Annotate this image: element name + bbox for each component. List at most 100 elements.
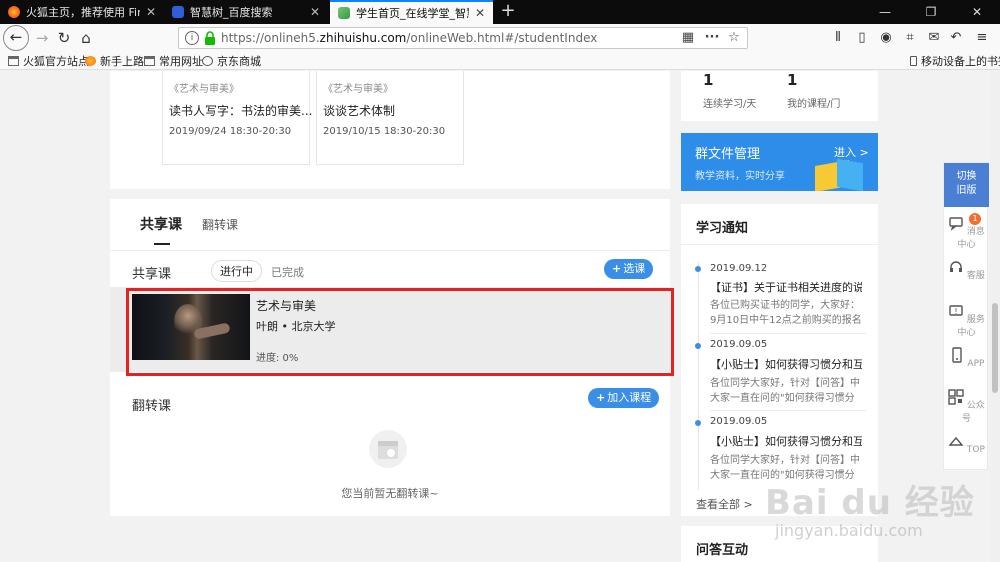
notice-body: 各位同学大家好，针对【问答】中大家一直在问的"如何获得习惯分及互动分"	[710, 378, 860, 404]
reload-icon[interactable]: ↻	[52, 26, 76, 50]
message-icon	[949, 217, 963, 231]
watermark-url: jingyan.baidu.com	[775, 521, 923, 540]
menu-icon[interactable]: ≡	[972, 28, 992, 48]
bookmark-label: 新手上路	[100, 55, 144, 68]
close-tab-icon[interactable]: ✕	[475, 6, 485, 20]
url-bar[interactable]: i https://onlineh5.zhihuishu.com/onlineW…	[178, 27, 748, 49]
bookmark-getting-started[interactable]: 新手上路	[85, 54, 144, 68]
minimize-icon[interactable]: —	[862, 0, 908, 24]
maximize-icon[interactable]: ❐	[908, 0, 954, 24]
firefox-icon	[85, 56, 96, 66]
scrollbar-thumb[interactable]	[992, 303, 998, 393]
bookmark-firefox-official[interactable]: 火狐官方站点	[8, 54, 89, 68]
bookmark-label: 火狐官方站点	[23, 55, 89, 68]
tab-title: 学生首页_在线学堂_智慧树	[356, 7, 469, 20]
study-stats-panel: 1 连续学习/天 1 我的课程/门	[681, 71, 878, 121]
folder-illustration	[837, 158, 863, 191]
bookmark-star-icon[interactable]: ☆	[725, 29, 743, 47]
back-to-top-button[interactable]: TOP	[944, 433, 989, 455]
tab-flipped-courses[interactable]: 翻转课	[202, 216, 238, 233]
home-icon[interactable]: ⌂	[74, 26, 98, 50]
tab-title: 火狐主页，推荐使用 Firefox 火	[26, 6, 140, 19]
lecture-category: 《艺术与审美》	[323, 84, 393, 95]
page-actions-icon[interactable]: ···	[703, 29, 721, 47]
service-icon: !	[949, 305, 963, 316]
shared-section-title: 共享课	[132, 267, 172, 282]
baidu-icon	[172, 6, 184, 18]
empty-calendar-icon	[369, 430, 407, 468]
undo-icon[interactable]: ↶	[946, 28, 966, 48]
qr-code-icon	[948, 389, 964, 405]
timeline-dot	[695, 266, 701, 272]
phone-icon	[951, 347, 962, 363]
service-center-button[interactable]: ! 服务中心	[944, 303, 989, 338]
browser-tab-student-home[interactable]: 学生首页_在线学堂_智慧树 ✕	[330, 0, 493, 24]
join-course-button[interactable]: + 加入课程	[588, 388, 660, 408]
select-course-button[interactable]: + 选课	[604, 259, 654, 279]
active-tab-underline	[154, 243, 170, 245]
chat-icon[interactable]: ✉	[924, 28, 944, 48]
official-account-button[interactable]: 公众号	[944, 389, 989, 424]
library-icon[interactable]: ⫴	[828, 28, 848, 48]
page-scrollbar[interactable]	[990, 71, 1000, 562]
divider	[681, 244, 878, 245]
banner-enter-link[interactable]: 进入 >	[834, 144, 869, 160]
qa-title: 问答互动	[696, 543, 749, 558]
close-tab-icon[interactable]: ✕	[310, 5, 320, 19]
notice-date: 2019.09.12	[710, 263, 768, 274]
group-files-banner[interactable]: 群文件管理 教学资料，实时分享 进入 >	[681, 133, 878, 191]
button-label: 旧版	[956, 185, 977, 196]
floating-toolbar: 切换 旧版 1 消息中心 客服 ! 服务中心 APP 公众号 TOP	[943, 162, 989, 470]
notice-title[interactable]: 【小贴士】如何获得习惯分和互...	[710, 356, 862, 372]
button-label: 切换	[956, 171, 977, 182]
baidu-jingyan-watermark: Bai du 经验 jingyan.baidu.com	[765, 471, 974, 551]
my-courses-label: 我的课程/门	[787, 99, 841, 110]
notice-title[interactable]: 【证书】关于证书相关进度的说...	[710, 279, 862, 295]
new-tab-icon[interactable]: +	[496, 0, 520, 24]
svg-text:!: !	[954, 307, 957, 316]
app-button[interactable]: APP	[944, 347, 989, 369]
browser-tab-firefox-home[interactable]: 火狐主页，推荐使用 Firefox 火 ✕	[0, 0, 164, 24]
bookmark-mobile[interactable]: 移动设备上的书签	[910, 54, 1000, 68]
folder-icon	[144, 56, 155, 66]
firefox-icon	[8, 6, 20, 18]
flipped-section-title: 翻转课	[132, 399, 172, 414]
globe-icon	[202, 56, 213, 66]
live-lecture-card[interactable]: 《艺术与审美》 读书人写字：书法的审美... 2019/09/24 18:30-…	[162, 71, 313, 165]
bookmarks-toolbar: 火狐官方站点 新手上路 常用网址 京东商城 移动设备上的书签	[0, 52, 1000, 70]
filter-in-progress[interactable]: 进行中	[211, 260, 262, 282]
lecture-category: 《艺术与审美》	[169, 84, 239, 95]
sidebar-icon[interactable]: ▯	[852, 28, 872, 48]
account-icon[interactable]: ◉	[876, 28, 896, 48]
close-tab-icon[interactable]: ✕	[146, 5, 156, 19]
tab-shared-courses[interactable]: 共享课	[140, 214, 182, 234]
plus-icon: +	[596, 391, 606, 404]
mobile-icon	[910, 56, 917, 66]
lecture-time: 2019/09/24 18:30-20:30	[169, 126, 292, 137]
bookmark-label: 常用网址	[159, 55, 203, 68]
browser-tab-baidu-search[interactable]: 智慧树_百度搜索 ✕	[164, 0, 328, 24]
screenshot-icon[interactable]: ⌗	[900, 28, 920, 48]
switch-old-version-button[interactable]: 切换 旧版	[944, 163, 989, 207]
tab-title: 智慧树_百度搜索	[190, 6, 273, 19]
live-lecture-card[interactable]: 《艺术与审美》 谈谈艺术体制 2019/10/15 18:30-20:30	[316, 71, 464, 165]
notice-date: 2019.09.05	[710, 339, 768, 350]
lecture-title: 读书人写字：书法的审美...	[169, 104, 313, 118]
notice-title[interactable]: 【小贴士】如何获得习惯分和互...	[710, 433, 862, 449]
lecture-title: 谈谈艺术体制	[323, 104, 396, 118]
divider	[710, 333, 866, 334]
lock-icon	[205, 31, 215, 45]
close-window-icon[interactable]: ✕	[954, 0, 1000, 24]
view-all-link[interactable]: 查看全部 >	[696, 496, 753, 512]
bookmark-common-sites[interactable]: 常用网址	[144, 54, 203, 68]
customer-service-button[interactable]: 客服	[944, 259, 989, 281]
bookmark-jd-mall[interactable]: 京东商城	[202, 54, 261, 68]
qr-code-icon[interactable]: ▦	[679, 29, 697, 47]
button-label: 客服	[966, 271, 985, 281]
filter-completed[interactable]: 已完成	[271, 264, 304, 280]
info-icon[interactable]: i	[185, 31, 199, 45]
live-lecture-panel: 《艺术与审美》 读书人写字：书法的审美... 2019/09/24 18:30-…	[110, 71, 670, 189]
back-arrow-icon[interactable]: ←	[3, 25, 29, 51]
forward-arrow-icon[interactable]: →	[30, 26, 54, 50]
message-center-button[interactable]: 消息中心	[944, 215, 989, 250]
